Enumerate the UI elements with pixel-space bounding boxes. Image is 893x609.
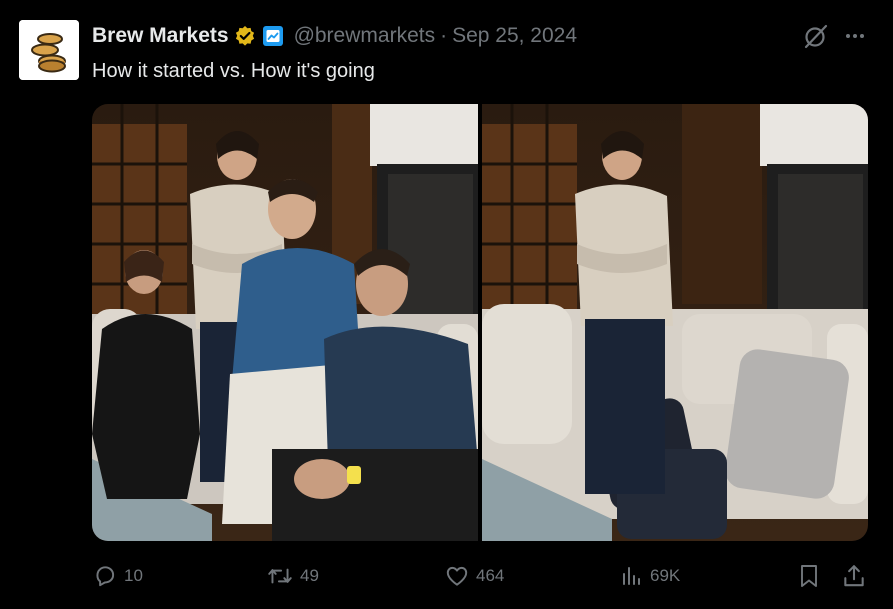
share-button[interactable] bbox=[841, 560, 867, 592]
reply-count: 10 bbox=[124, 566, 143, 585]
tweet: Brew Markets @brewmarkets · Sep 25, 2024 bbox=[0, 0, 893, 609]
tweet-text: How it started vs. How it's going bbox=[92, 60, 375, 82]
grok-icon[interactable] bbox=[801, 21, 831, 51]
views-button[interactable]: 69K bbox=[620, 560, 680, 592]
separator-dot: · bbox=[440, 24, 448, 47]
display-name[interactable]: Brew Markets bbox=[92, 24, 229, 48]
avatar[interactable] bbox=[19, 20, 79, 80]
more-icon[interactable] bbox=[840, 21, 870, 51]
bookmark-icon bbox=[801, 565, 817, 587]
repost-button[interactable]: 49 bbox=[266, 560, 319, 592]
coins-logo-icon bbox=[19, 20, 79, 80]
photo-after[interactable] bbox=[482, 104, 868, 541]
author-handle[interactable]: @brewmarkets bbox=[294, 24, 436, 48]
reply-icon bbox=[96, 566, 115, 587]
affiliate-badge-icon[interactable] bbox=[262, 25, 284, 47]
repost-icon bbox=[268, 568, 292, 584]
verified-badge-icon[interactable] bbox=[234, 25, 256, 47]
like-button[interactable]: 464 bbox=[444, 560, 504, 592]
tweet-date[interactable]: Sep 25, 2024 bbox=[452, 24, 577, 48]
like-icon bbox=[446, 566, 468, 586]
like-count: 464 bbox=[476, 566, 505, 585]
share-icon bbox=[844, 565, 864, 587]
repost-count: 49 bbox=[300, 566, 319, 585]
action-bar: 10 49 464 69K bbox=[0, 560, 893, 592]
media-grid bbox=[92, 104, 868, 541]
bookmark-button[interactable] bbox=[797, 560, 821, 592]
views-count: 69K bbox=[650, 566, 681, 585]
photo-before[interactable] bbox=[92, 104, 478, 541]
tweet-header: Brew Markets @brewmarkets · Sep 25, 2024 bbox=[92, 22, 577, 50]
reply-button[interactable]: 10 bbox=[92, 560, 143, 592]
views-icon bbox=[623, 567, 640, 585]
